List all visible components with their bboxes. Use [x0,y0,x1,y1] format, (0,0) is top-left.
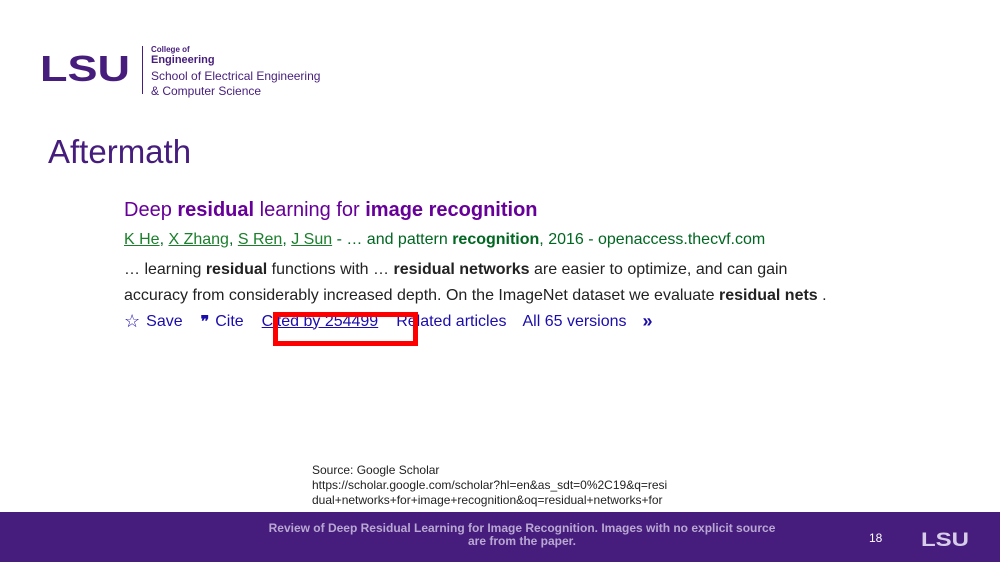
source-url-line-1: https://scholar.google.com/scholar?hl=en… [312,478,668,492]
all-versions-link[interactable]: All 65 versions [522,313,626,331]
lsu-logo: LSU [40,52,130,84]
source-url-line-2: dual+networks+for+image+recognition&oq=r… [312,493,663,507]
school-line-1: School of Electrical Engineering [151,68,321,83]
school-line-2: & Computer Science [151,84,262,99]
source-label: Source: Google Scholar [312,463,440,477]
result-title[interactable]: Deep residual learning for image recogni… [124,199,914,222]
author-link[interactable]: K He [124,231,160,248]
snippet-bold: residual nets [719,287,818,304]
lsu-logo-text: LSU [40,52,130,84]
result-actions: ☆ Save ❞ Cite Cited by 254499 Related ar… [124,311,914,332]
snippet-line-1: … learning residual functions with … res… [124,257,914,283]
source-citation: Source: Google Scholar https://scholar.g… [312,463,752,508]
meta-prefix: - … and pattern [332,231,453,248]
cite-link[interactable]: Cite [215,313,243,331]
snippet-text: . [817,287,827,304]
author-link[interactable]: X Zhang [168,231,228,248]
snippet-line-2: accuracy from considerably increased dep… [124,283,914,309]
double-chevron-right-icon[interactable]: » [643,311,653,332]
title-part-bold[interactable]: image recognition [365,199,537,221]
meta-suffix: , 2016 - openaccess.thecvf.com [539,231,766,248]
footer-caption: Review of Deep Residual Learning for Ima… [232,522,812,548]
snippet-text: functions with … [267,261,394,278]
slide-title: Aftermath [48,133,192,170]
college-wordmark: College of Engineering School of Electri… [151,45,320,99]
snippet-bold: residual networks [393,261,530,278]
snippet-text: … learning [124,261,206,278]
author-sep: , [228,231,238,248]
header-divider [142,46,143,94]
footer-caption-line-2: are from the paper. [467,534,577,548]
result-authors-line: K He, X Zhang, S Ren, J Sun - … and patt… [124,231,914,249]
snippet-text: accuracy from considerably increased dep… [124,287,719,304]
snippet-bold: residual [205,261,268,278]
college-name: Engineering [151,53,215,66]
meta-bold: recognition [452,231,540,248]
footer-lsu-logo: LSU [921,530,969,547]
scholar-result: Deep residual learning for image recogni… [124,199,914,332]
footer-logo-text: LSU [921,530,969,547]
star-icon[interactable]: ☆ [124,311,140,332]
author-link[interactable]: J Sun [291,231,332,248]
title-part-bold[interactable]: residual [177,199,254,221]
author-link[interactable]: S Ren [238,231,282,248]
highlight-box [273,312,418,346]
quote-icon[interactable]: ❞ [201,312,210,331]
title-part[interactable]: Deep [124,199,177,221]
save-link[interactable]: Save [146,313,182,331]
result-snippet: … learning residual functions with … res… [124,257,914,309]
snippet-text: are easier to optimize, and can gain [529,261,788,278]
author-sep: , [282,231,292,248]
slide-number: 18 [869,531,883,545]
title-part[interactable]: learning for [254,199,365,221]
